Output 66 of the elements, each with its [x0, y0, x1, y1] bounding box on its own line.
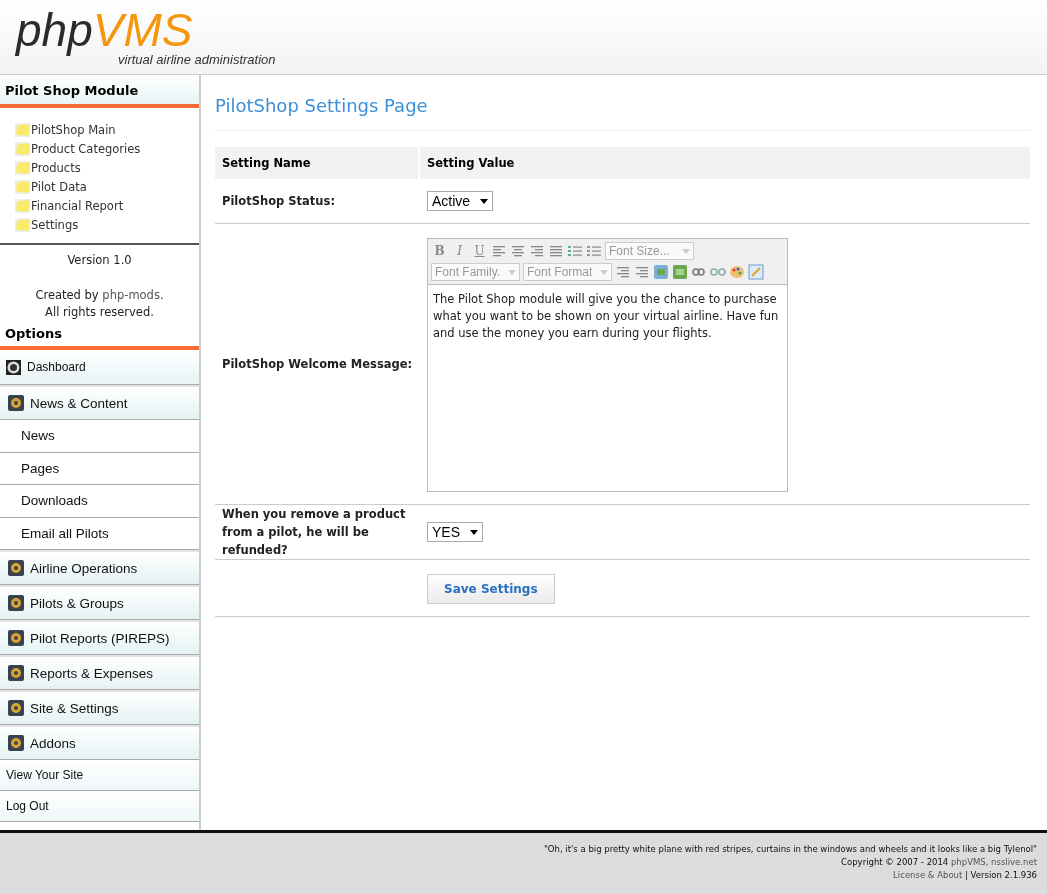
caret-icon: [480, 198, 489, 204]
site-link[interactable]: , nsslive.net: [985, 857, 1037, 867]
setting-label: PilotShop Welcome Message:: [215, 224, 420, 505]
menu-item[interactable]: Airline Operations: [0, 550, 199, 585]
caret-icon: [600, 269, 608, 275]
page-title: PilotShop Settings Page: [215, 95, 1030, 131]
image-edit-icon[interactable]: [653, 264, 669, 280]
license-link[interactable]: License & About: [893, 870, 963, 880]
module-link[interactable]: Settings: [15, 217, 199, 233]
column-header: Setting Value: [420, 147, 1030, 179]
menu-tile-icon: [8, 395, 24, 411]
image-insert-icon[interactable]: [672, 264, 688, 280]
justify-icon[interactable]: [548, 243, 564, 259]
module-link[interactable]: PilotShop Main: [15, 122, 199, 138]
version-text: License & About | Version 2.1.936: [893, 869, 1037, 882]
caret-icon: [682, 248, 690, 254]
note-icon: [15, 180, 31, 194]
caret-icon: [508, 269, 516, 275]
edit-source-icon[interactable]: [748, 264, 764, 280]
editor-text[interactable]: The Pilot Shop module will give you the chance to purchase what you want to be shown on your virtual airline. Have fun and use the money you earn during your flights.: [428, 285, 787, 491]
menu-item[interactable]: Reports & Expenses: [0, 655, 199, 690]
module-link[interactable]: Product Categories: [15, 141, 199, 157]
menu-item[interactable]: News & Content: [0, 385, 199, 420]
quote-text: "Oh, it's a big pretty white plane with red stripes, curtains in the windows and wheels and it looks like a big Tylenol": [543, 843, 1037, 856]
dropdown[interactable]: YES: [427, 522, 483, 542]
gauge-icon: [6, 359, 21, 375]
note-icon: [15, 218, 31, 232]
module-link[interactable]: Financial Report: [15, 198, 199, 214]
save-settings-button[interactable]: Save Settings: [427, 574, 555, 604]
numbered-list-icon[interactable]: [567, 243, 583, 259]
menu-tile-icon: [8, 630, 24, 646]
rich-text-editor[interactable]: [427, 238, 788, 492]
module-link[interactable]: Products: [15, 160, 199, 176]
menu-tile-icon: [8, 595, 24, 611]
bullet-list-icon[interactable]: [586, 243, 602, 259]
rights-text: All rights reserved.: [45, 304, 154, 321]
outdent-icon[interactable]: [634, 264, 650, 280]
note-icon: [15, 199, 31, 213]
align-right-icon[interactable]: [529, 243, 545, 259]
author-link[interactable]: php-mods: [102, 288, 160, 302]
logo[interactable]: phpVMS virtual airline administration: [16, 4, 276, 68]
menu-tile-icon: [8, 665, 24, 681]
indent-icon[interactable]: [615, 264, 631, 280]
menu-item[interactable]: Pilot Reports (PIREPS): [0, 620, 199, 655]
align-center-icon[interactable]: [510, 243, 526, 259]
note-icon: [15, 142, 31, 156]
brand-link[interactable]: phpVMS: [950, 857, 986, 867]
align-left-icon[interactable]: [491, 243, 507, 259]
column-header: Setting Name: [215, 147, 418, 179]
credit-text: Created by php-mods.: [35, 287, 164, 304]
module-link[interactable]: Pilot Data: [15, 179, 199, 195]
caret-icon: [470, 529, 478, 535]
menu-tile-icon: [8, 700, 24, 716]
menu-item[interactable]: Site & Settings: [0, 690, 199, 725]
version-text: Version 1.0: [67, 253, 132, 267]
setting-label: PilotShop Status:: [215, 179, 420, 224]
dropdown[interactable]: Active: [427, 191, 494, 211]
copyright-text: Copyright © 2007 - 2014 phpVMS, nsslive.net: [841, 856, 1037, 869]
menu-item[interactable]: Addons: [0, 725, 199, 760]
menu-item[interactable]: Pilots & Groups: [0, 585, 199, 620]
note-icon: [15, 123, 31, 137]
palette-icon[interactable]: [729, 264, 745, 280]
menu-tile-icon: [8, 560, 24, 576]
note-icon: [15, 161, 31, 175]
setting-label: When you remove a product from a pilot, he will be refunded?: [215, 505, 420, 560]
menu-tile-icon: [8, 735, 24, 751]
